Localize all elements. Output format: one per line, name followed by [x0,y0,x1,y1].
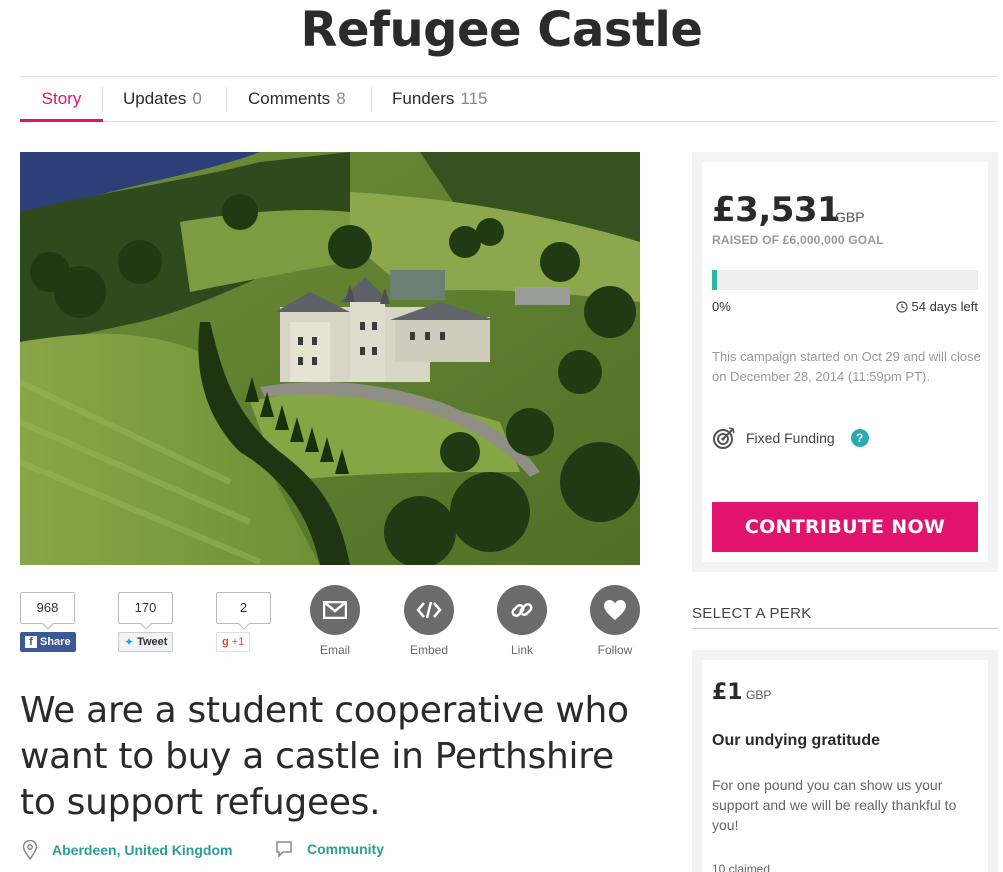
facebook-share-label: Share [40,636,71,648]
tab-label: Updates [123,89,187,108]
link-action[interactable]: Link [497,585,547,657]
progress-bar-fill [712,270,717,290]
perk-claimed-count: 10 claimed [712,862,771,872]
email-action[interactable]: Email [310,585,360,657]
facebook-share-count: 968 [20,592,75,624]
email-button[interactable] [310,585,360,635]
location-link[interactable]: Aberdeen, United Kingdom [52,842,232,858]
campaign-hero-image [20,152,640,565]
tab-story[interactable]: Story [20,77,103,122]
tweet-label: Tweet [137,636,168,648]
tab-count: 8 [336,89,346,108]
perk-description: For one pound you can show us your suppo… [712,777,957,833]
category-link[interactable]: Community [307,841,384,857]
chain-link-icon [511,602,533,618]
twitter-tweet-widget[interactable]: 170 ✦ Tweet [118,592,174,652]
days-left: 54 days left [911,299,979,314]
campaign-category[interactable]: Community [275,840,384,858]
clock-icon [895,300,908,313]
campaign-tagline: We are a student cooperative who want to… [20,690,629,823]
tab-count: 0 [192,89,202,108]
funding-panel: £3,531 GBP RAISED OF £6,000,000 GOAL 0% … [692,152,998,572]
tab-updates[interactable]: Updates 0 [123,77,202,121]
code-icon [416,601,442,619]
funding-type-label: Fixed Funding [746,430,835,446]
perk-title: Our undying gratitude [712,732,880,749]
campaign-dates: This campaign started on Oct 29 and will… [712,349,981,384]
help-icon[interactable]: ? [850,429,869,447]
tweet-button[interactable]: ✦ Tweet [118,632,174,652]
google-plus-label: +1 [231,636,245,648]
location-pin-icon [22,840,38,860]
amount-raised: £3,531 [712,190,841,230]
google-plus-count: 2 [216,592,271,624]
amount-currency: GBP [835,209,865,225]
perk-amount: £1 [712,680,743,705]
tweet-count: 170 [118,592,173,624]
tab-divider [102,87,103,112]
contribute-now-button[interactable]: CONTRIBUTE NOW [712,502,978,552]
follow-button[interactable] [590,585,640,635]
link-label: Link [510,643,533,657]
embed-action[interactable]: Embed [404,585,454,657]
tab-label: Comments [248,89,331,108]
perk-currency: GBP [746,688,772,702]
time-remaining: 54 days left [895,299,979,314]
link-button[interactable] [497,585,547,635]
tab-label: Funders [392,89,455,108]
tab-bar: Story Updates 0 Comments 8 Funders 115 [20,76,998,122]
tab-count: 115 [460,89,488,108]
facebook-share-button[interactable]: f Share [20,632,76,652]
facebook-share-widget[interactable]: 968 f Share [20,592,76,652]
campaign-location[interactable]: Aberdeen, United Kingdom [22,840,232,860]
tab-comments[interactable]: Comments 8 [248,77,346,121]
twitter-bird-icon: ✦ [124,635,135,649]
speech-bubble-icon [276,841,292,858]
embed-button[interactable] [404,585,454,635]
target-icon [713,427,735,449]
google-plus-button[interactable]: g +1 [216,632,251,652]
embed-label: Embed [409,643,449,657]
funding-type: Fixed Funding ? [712,426,869,450]
castle-aerial-illustration [20,152,640,565]
tab-divider [371,87,372,112]
perk-card-body[interactable]: £1 GBP Our undying gratitude For one pou… [702,660,988,872]
perk-card[interactable]: £1 GBP Our undying gratitude For one pou… [692,650,998,872]
google-plus-icon: g [222,636,229,648]
google-plus-widget[interactable]: 2 g +1 [216,592,271,652]
progress-percent: 0% [712,299,731,314]
follow-action[interactable]: Follow [590,585,640,657]
facebook-icon: f [25,636,37,648]
tab-divider [226,87,227,112]
envelope-icon [323,601,347,619]
follow-label: Follow [597,643,633,657]
page-title: Refugee Castle [300,2,703,58]
heart-icon [604,600,626,620]
select-perk-heading: SELECT A PERK [692,605,998,629]
tab-funders[interactable]: Funders 115 [392,77,487,121]
funding-card: £3,531 GBP RAISED OF £6,000,000 GOAL 0% … [702,162,988,562]
tab-label: Story [41,89,82,108]
email-label: Email [319,643,350,657]
progress-bar [712,270,978,290]
goal-label: RAISED OF £6,000,000 GOAL [712,233,884,247]
